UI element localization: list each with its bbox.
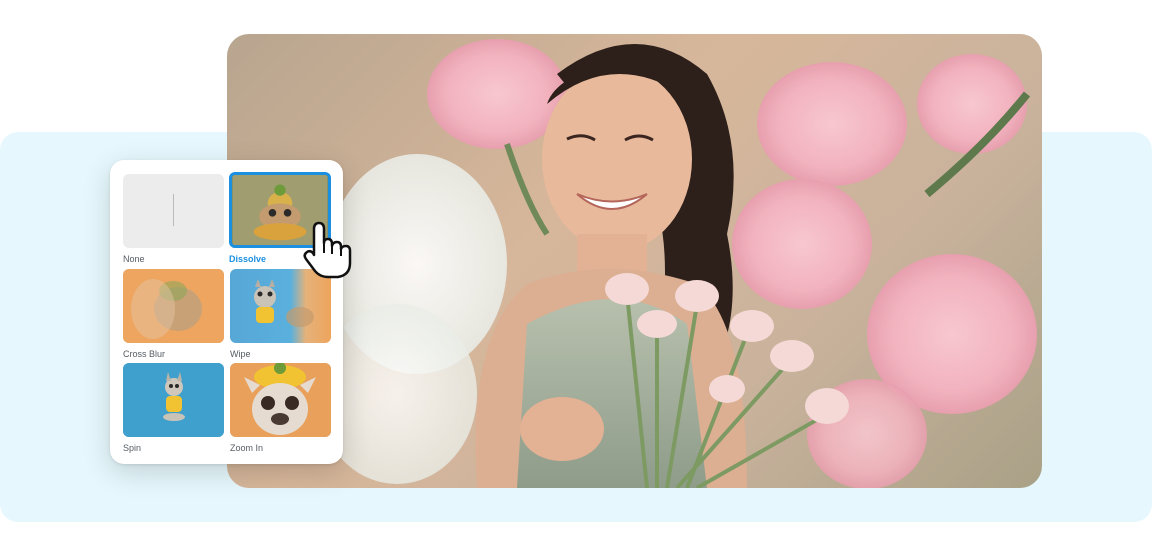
transition-label: Cross Blur <box>123 349 166 359</box>
dog-blue-background-thumbnail <box>123 363 224 437</box>
transition-wipe[interactable]: Wipe <box>230 269 331 360</box>
transition-label: Spin <box>123 443 142 453</box>
transition-label: Wipe <box>230 349 251 359</box>
transition-label: None <box>123 254 145 264</box>
transition-label: Zoom In <box>230 443 264 453</box>
transition-spin[interactable]: Spin <box>123 363 224 454</box>
dog-closeup-thumbnail <box>230 363 331 437</box>
transition-cross-blur[interactable]: Cross Blur <box>123 269 224 360</box>
blurred-dog-thumbnail <box>123 269 224 343</box>
none-thumbnail <box>123 174 224 248</box>
transitions-panel: None Dissolve Cross Blur Wipe Spin Zoom … <box>110 160 343 464</box>
transition-zoom-in[interactable]: Zoom In <box>230 363 331 454</box>
none-divider-icon <box>173 194 174 226</box>
hand-pointer-icon <box>303 221 352 279</box>
transition-none[interactable]: None <box>123 174 224 265</box>
